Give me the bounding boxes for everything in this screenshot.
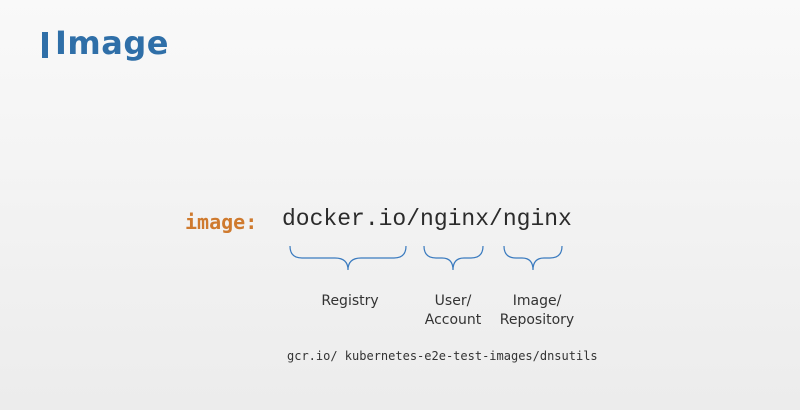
- user-account-label-line1: User/: [434, 293, 472, 309]
- user-account-label-line2: Account: [424, 312, 482, 328]
- registry-label-line1: Registry: [321, 293, 379, 309]
- user-account-label: User/ Account: [415, 292, 491, 330]
- user-account-brace: [423, 245, 484, 271]
- registry-label: Registry: [310, 292, 390, 311]
- image-repository-label-line1: Image/: [512, 293, 562, 309]
- image-repository-label: Image/ Repository: [494, 292, 580, 330]
- example-image-path: gcr.io/ kubernetes-e2e-test-images/dnsut…: [287, 349, 598, 363]
- image-repository-label-line2: Repository: [499, 312, 575, 328]
- registry-brace: [289, 245, 407, 271]
- image-repository-brace: [503, 245, 563, 271]
